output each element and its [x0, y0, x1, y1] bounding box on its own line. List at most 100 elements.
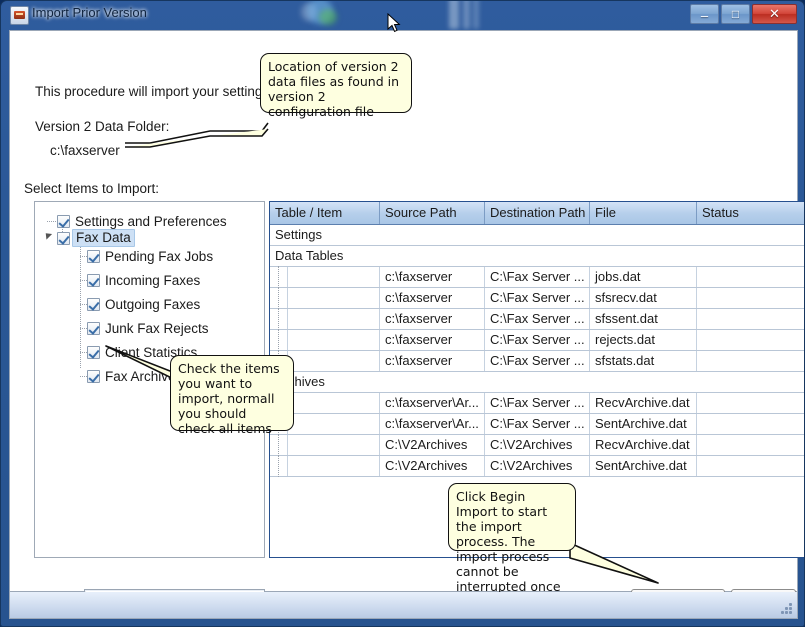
- close-icon: ✕: [769, 6, 780, 21]
- app-icon: [10, 6, 29, 25]
- tree-item-label: Outgoing Faxes: [105, 296, 201, 312]
- title-bar[interactable]: Import Prior Version – □ ✕: [1, 1, 804, 29]
- grid-cell-table-item: [288, 435, 380, 455]
- grid-row-gutter: [270, 434, 288, 456]
- table-row[interactable]: c:\faxserver\Ar... C:\Fax Server ... RecvA…: [270, 392, 804, 414]
- table-row[interactable]: c:\faxserver C:\Fax Server ... sfsrecv.dat: [270, 287, 804, 309]
- grid-cell-destination-path: C:\Fax Server ...: [485, 393, 590, 413]
- checkbox-checked-icon[interactable]: [87, 345, 100, 359]
- grid-cell-table-item: [288, 351, 380, 371]
- tree-item-label: Junk Fax Rejects: [105, 320, 209, 336]
- grid-cell-source-path: c:\faxserver: [380, 288, 485, 308]
- grid-cell-file: sfssent.dat: [590, 309, 697, 329]
- grid-cell-destination-path: C:\Fax Server ...: [485, 309, 590, 329]
- grid-cell-status: [697, 330, 804, 350]
- grid-group-label: Settings: [275, 227, 322, 242]
- close-window-button[interactable]: ✕: [752, 4, 797, 24]
- table-row[interactable]: c:\faxserver\Ar... C:\Fax Server ... SentA…: [270, 413, 804, 435]
- tree-expander-icon[interactable]: [42, 230, 53, 240]
- table-row[interactable]: C:\V2Archives C:\V2Archives SentArchive.da…: [270, 455, 804, 477]
- tree-connector: [47, 221, 56, 222]
- tree-item-outgoing-faxes[interactable]: Outgoing Faxes: [87, 293, 200, 315]
- checkbox-checked-icon[interactable]: [87, 273, 100, 287]
- checkbox-checked-icon[interactable]: [57, 214, 70, 228]
- grid-cell-table-item: [288, 414, 380, 434]
- grid-cell-file: RecvArchive.dat: [590, 435, 697, 455]
- maximize-button[interactable]: □: [721, 4, 750, 24]
- column-header-file[interactable]: File: [590, 202, 697, 224]
- grid-cell-source-path: c:\faxserver: [380, 309, 485, 329]
- checkbox-checked-icon[interactable]: [87, 321, 100, 335]
- minimize-icon: –: [700, 8, 709, 23]
- column-header-source-path[interactable]: Source Path: [380, 202, 485, 224]
- tree-item-label: Pending Fax Jobs: [105, 248, 214, 264]
- column-header-status[interactable]: Status: [697, 202, 804, 224]
- dialog-client-area: This procedure will import your settings…: [9, 30, 804, 613]
- grid-cell-source-path: C:\V2Archives: [380, 435, 485, 455]
- window-title: Import Prior Version: [32, 5, 147, 20]
- grid-group-row[interactable]: Settings: [270, 225, 804, 246]
- grid-cell-status: [697, 435, 804, 455]
- application-window: Import Prior Version – □ ✕ This procedur…: [0, 0, 805, 627]
- grid-cell-file: sfsrecv.dat: [590, 288, 697, 308]
- callout-check-items: Check the items you want to import, norm…: [170, 355, 294, 436]
- grid-cell-file: sfstats.dat: [590, 351, 697, 371]
- grid-cell-table-item: [288, 309, 380, 329]
- checkbox-checked-icon[interactable]: [87, 297, 100, 311]
- grid-cell-status: [697, 351, 804, 371]
- table-row[interactable]: c:\faxserver C:\Fax Server ... rejects.dat: [270, 329, 804, 351]
- grid-group-label: Data Tables: [275, 248, 344, 263]
- callout-folder-location: Location of version 2 data files as foun…: [260, 53, 412, 119]
- tree-item-junk-fax-rejects[interactable]: Junk Fax Rejects: [87, 317, 209, 339]
- grid-cell-destination-path: C:\Fax Server ...: [485, 267, 590, 287]
- grid-cell-source-path: c:\faxserver\Ar...: [380, 393, 485, 413]
- column-header-table-item[interactable]: Table / Item: [270, 202, 380, 224]
- grid-cell-status: [697, 267, 804, 287]
- table-row[interactable]: C:\V2Archives C:\V2Archives RecvArchive.da…: [270, 434, 804, 456]
- grid-cell-source-path: c:\faxserver: [380, 351, 485, 371]
- resize-grip[interactable]: [780, 602, 793, 615]
- grid-cell-file: RecvArchive.dat: [590, 393, 697, 413]
- table-row[interactable]: c:\faxserver C:\Fax Server ... sfstats.dat: [270, 350, 804, 372]
- select-items-label: Select Items to Import:: [24, 181, 160, 196]
- checkbox-checked-icon[interactable]: [57, 231, 70, 245]
- tree-connector: [80, 280, 87, 281]
- grid-cell-table-item: [288, 456, 380, 476]
- grid-cell-destination-path: C:\Fax Server ...: [485, 288, 590, 308]
- minimize-button[interactable]: –: [690, 4, 719, 24]
- grid-cell-table-item: [288, 393, 380, 413]
- grid-cell-source-path: c:\faxserver: [380, 330, 485, 350]
- grid-header-row: Table / Item Source Path Destination Pat…: [270, 202, 804, 225]
- grid-cell-source-path: c:\faxserver: [380, 267, 485, 287]
- grid-cell-table-item: [288, 267, 380, 287]
- grid-cell-file: SentArchive.dat: [590, 456, 697, 476]
- grid-cell-destination-path: C:\V2Archives: [485, 435, 590, 455]
- grid-cell-destination-path: C:\Fax Server ...: [485, 351, 590, 371]
- tree-connector: [80, 328, 87, 329]
- tree-item-pending-fax-jobs[interactable]: Pending Fax Jobs: [87, 245, 213, 267]
- grid-cell-file: rejects.dat: [590, 330, 697, 350]
- tree-connector: [80, 256, 87, 257]
- table-row[interactable]: c:\faxserver C:\Fax Server ... sfssent.dat: [270, 308, 804, 330]
- tree-item-incoming-faxes[interactable]: Incoming Faxes: [87, 269, 200, 291]
- version-folder-value: c:\faxserver: [50, 143, 120, 158]
- table-row[interactable]: c:\faxserver C:\Fax Server ... jobs.dat: [270, 266, 804, 288]
- grid-cell-status: [697, 309, 804, 329]
- grid-group-row[interactable]: Archives: [270, 372, 804, 393]
- checkbox-checked-icon[interactable]: [87, 369, 100, 383]
- tree-item-fax-archives[interactable]: Fax Archives: [87, 365, 182, 387]
- grid-cell-status: [697, 288, 804, 308]
- column-header-destination-path[interactable]: Destination Path: [485, 202, 590, 224]
- tree-connector: [80, 376, 87, 377]
- checkbox-checked-icon[interactable]: [87, 249, 100, 263]
- grid-cell-source-path: c:\faxserver\Ar...: [380, 414, 485, 434]
- grid-cell-status: [697, 456, 804, 476]
- grid-row-gutter: [270, 308, 288, 330]
- status-strip: [9, 592, 798, 619]
- grid-cell-table-item: [288, 330, 380, 350]
- grid-cell-status: [697, 414, 804, 434]
- grid-group-row[interactable]: Data Tables: [270, 246, 804, 267]
- grid-row-gutter: [270, 266, 288, 288]
- grid-cell-file: SentArchive.dat: [590, 414, 697, 434]
- tree-item-label: Incoming Faxes: [105, 272, 201, 288]
